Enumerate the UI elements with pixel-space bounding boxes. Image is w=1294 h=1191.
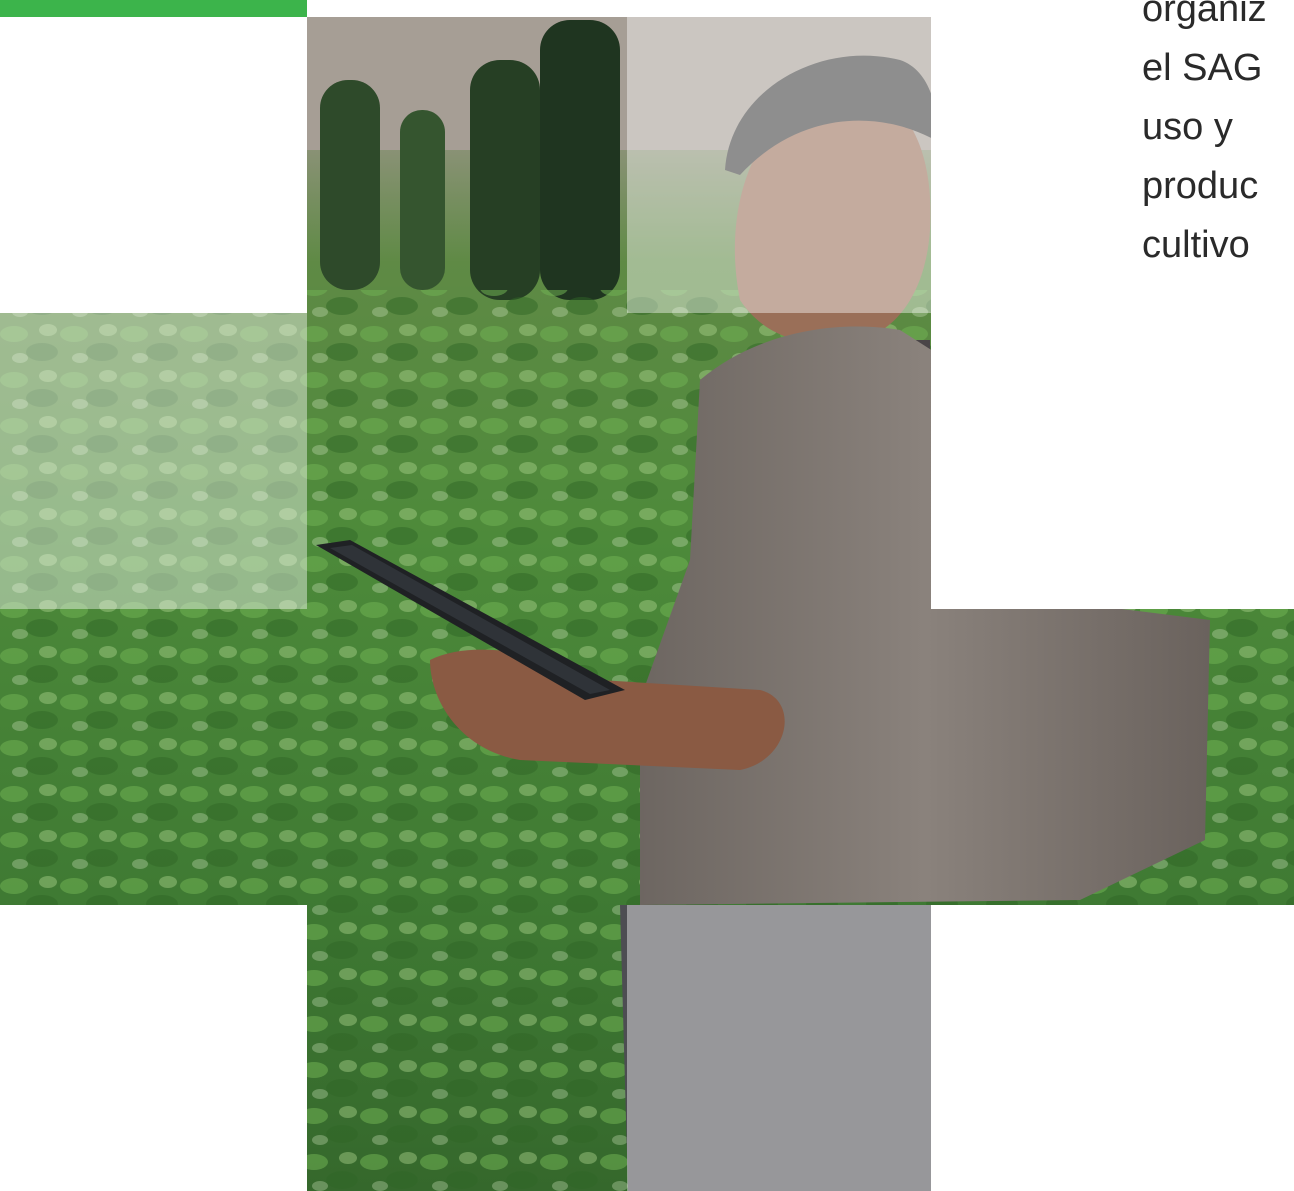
intro-line: el SAG [1142, 47, 1263, 89]
photo-tile-top-center [307, 17, 931, 313]
section-accent-bar [0, 0, 307, 17]
photo-tile-band-wide [0, 609, 1294, 905]
intro-line: uso y [1142, 106, 1233, 148]
photo-tile-middle-left [0, 313, 931, 609]
intro-line: organiz [1142, 0, 1267, 30]
content-page: organiz el SAG uso y produc cultivo [0, 0, 1294, 1191]
intro-line: cultivo [1142, 224, 1250, 266]
intro-paragraph: organiz el SAG uso y produc cultivo [1142, 0, 1294, 275]
photo-tile-bottom-center [307, 905, 931, 1191]
intro-line: produc [1142, 165, 1259, 207]
